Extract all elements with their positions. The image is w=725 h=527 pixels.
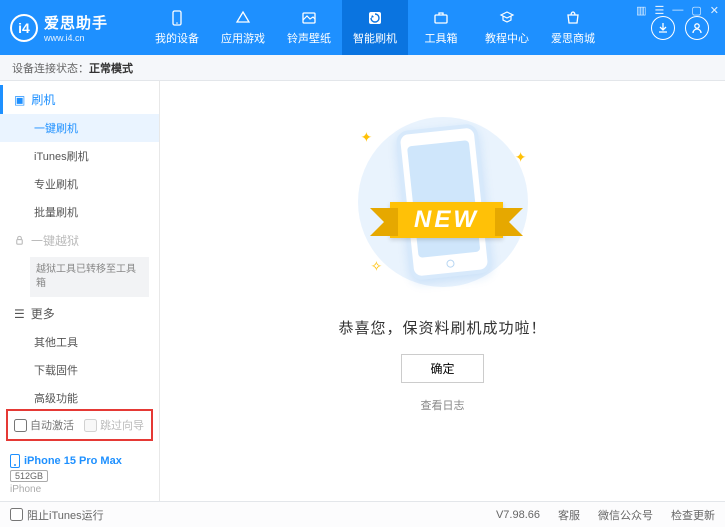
ribbon-text: NEW	[390, 202, 503, 238]
flash-icon	[366, 9, 384, 27]
sidebar-group-flash[interactable]: ▣ 刷机	[0, 85, 159, 114]
cart-icon[interactable]: ▥	[636, 4, 646, 17]
app-url: www.i4.cn	[44, 33, 108, 43]
status-label: 设备连接状态：	[12, 60, 89, 76]
nav-ringtones[interactable]: 铃声壁纸	[276, 0, 342, 55]
nav-store[interactable]: 爱思商城	[540, 0, 606, 55]
skip-guide-input	[84, 419, 97, 432]
window-controls: ▥ ☰ — ▢ ✕	[636, 4, 719, 17]
lock-icon	[14, 235, 25, 246]
sidebar-item-pro[interactable]: 专业刷机	[0, 170, 159, 198]
tutorial-icon	[498, 9, 516, 27]
toolbox-icon	[432, 9, 450, 27]
group-label: 更多	[31, 305, 55, 322]
top-nav: 我的设备 应用游戏 铃声壁纸 智能刷机 工具箱 教程中心 爱思商城	[144, 0, 606, 55]
nav-tutorials[interactable]: 教程中心	[474, 0, 540, 55]
success-message: 恭喜您，保资料刷机成功啦！	[338, 317, 546, 338]
nav-label: 铃声壁纸	[287, 30, 331, 46]
close-icon[interactable]: ✕	[710, 4, 719, 17]
device-storage: 512GB	[10, 470, 48, 482]
wallpaper-icon	[300, 9, 318, 27]
auto-activate-input[interactable]	[14, 419, 27, 432]
sidebar: ▣ 刷机 一键刷机 iTunes刷机 专业刷机 批量刷机 一键越狱 越狱工具已转…	[0, 81, 160, 501]
flash-group-icon: ▣	[14, 93, 25, 107]
device-name[interactable]: iPhone 15 Pro Max	[24, 455, 122, 467]
sparkle-icon: ✦	[515, 149, 527, 166]
footer-support[interactable]: 客服	[558, 507, 580, 523]
nav-my-device[interactable]: 我的设备	[144, 0, 210, 55]
header-right	[651, 16, 715, 40]
device-type: iPhone	[10, 484, 122, 495]
store-icon	[564, 9, 582, 27]
sidebar-group-jailbreak[interactable]: 一键越狱	[0, 226, 159, 255]
sidebar-item-itunes[interactable]: iTunes刷机	[0, 142, 159, 170]
skip-guide-checkbox[interactable]: 跳过向导	[84, 417, 144, 433]
nav-label: 我的设备	[155, 30, 199, 46]
nav-toolbox[interactable]: 工具箱	[408, 0, 474, 55]
jailbreak-note: 越狱工具已转移至工具箱	[30, 257, 149, 297]
ok-button[interactable]: 确定	[401, 354, 483, 383]
status-value: 正常模式	[89, 60, 133, 76]
sparkle-icon: ✦	[361, 129, 373, 146]
apps-icon	[234, 9, 252, 27]
version-label: V7.98.66	[496, 509, 540, 521]
logo-icon: i4	[10, 14, 38, 42]
new-ribbon: NEW	[347, 197, 547, 243]
block-itunes-input[interactable]	[10, 508, 23, 521]
view-log-link[interactable]: 查看日志	[421, 397, 465, 413]
sidebar-item-batch[interactable]: 批量刷机	[0, 198, 159, 226]
sidebar-item-firmware[interactable]: 下载固件	[0, 356, 159, 384]
group-label: 刷机	[31, 91, 55, 108]
status-bar: 设备连接状态： 正常模式	[0, 55, 725, 81]
footer-update[interactable]: 检查更新	[671, 507, 715, 523]
sidebar-item-oneclick[interactable]: 一键刷机	[0, 114, 159, 142]
device-info: iPhone 15 Pro Max 512GB iPhone	[10, 454, 122, 495]
auto-activate-checkbox[interactable]: 自动激活	[14, 417, 74, 433]
nav-label: 教程中心	[485, 30, 529, 46]
logo: i4 爱思助手 www.i4.cn	[10, 12, 130, 43]
footer: 阻止iTunes运行 V7.98.66 客服 微信公众号 检查更新	[0, 501, 725, 527]
nav-label: 智能刷机	[353, 30, 397, 46]
sidebar-item-advanced[interactable]: 高级功能	[0, 384, 159, 412]
menu-icon[interactable]: ☰	[655, 4, 665, 17]
user-button[interactable]	[685, 16, 709, 40]
nav-apps[interactable]: 应用游戏	[210, 0, 276, 55]
block-itunes-checkbox[interactable]: 阻止iTunes运行	[10, 507, 104, 523]
app-name: 爱思助手	[44, 12, 108, 33]
sparkle-icon: ✧	[371, 258, 383, 275]
nav-flash[interactable]: 智能刷机	[342, 0, 408, 55]
maximize-icon[interactable]: ▢	[691, 4, 701, 17]
nav-label: 爱思商城	[551, 30, 595, 46]
more-group-icon: ☰	[14, 307, 25, 321]
phone-mini-icon	[10, 454, 20, 468]
options-highlight-box: 自动激活 跳过向导	[6, 409, 153, 441]
nav-label: 应用游戏	[221, 30, 265, 46]
minimize-icon[interactable]: —	[672, 4, 683, 17]
group-label: 一键越狱	[31, 232, 79, 249]
success-illustration: NEW ✦ ✦ ✧	[353, 109, 533, 299]
main-panel: NEW ✦ ✦ ✧ 恭喜您，保资料刷机成功啦！ 确定 查看日志	[160, 81, 725, 501]
download-button[interactable]	[651, 16, 675, 40]
nav-label: 工具箱	[425, 30, 458, 46]
footer-wechat[interactable]: 微信公众号	[598, 507, 653, 523]
device-icon	[168, 9, 186, 27]
sidebar-group-more[interactable]: ☰ 更多	[0, 299, 159, 328]
sidebar-item-other[interactable]: 其他工具	[0, 328, 159, 356]
app-header: i4 爱思助手 www.i4.cn 我的设备 应用游戏 铃声壁纸 智能刷机 工具…	[0, 0, 725, 55]
